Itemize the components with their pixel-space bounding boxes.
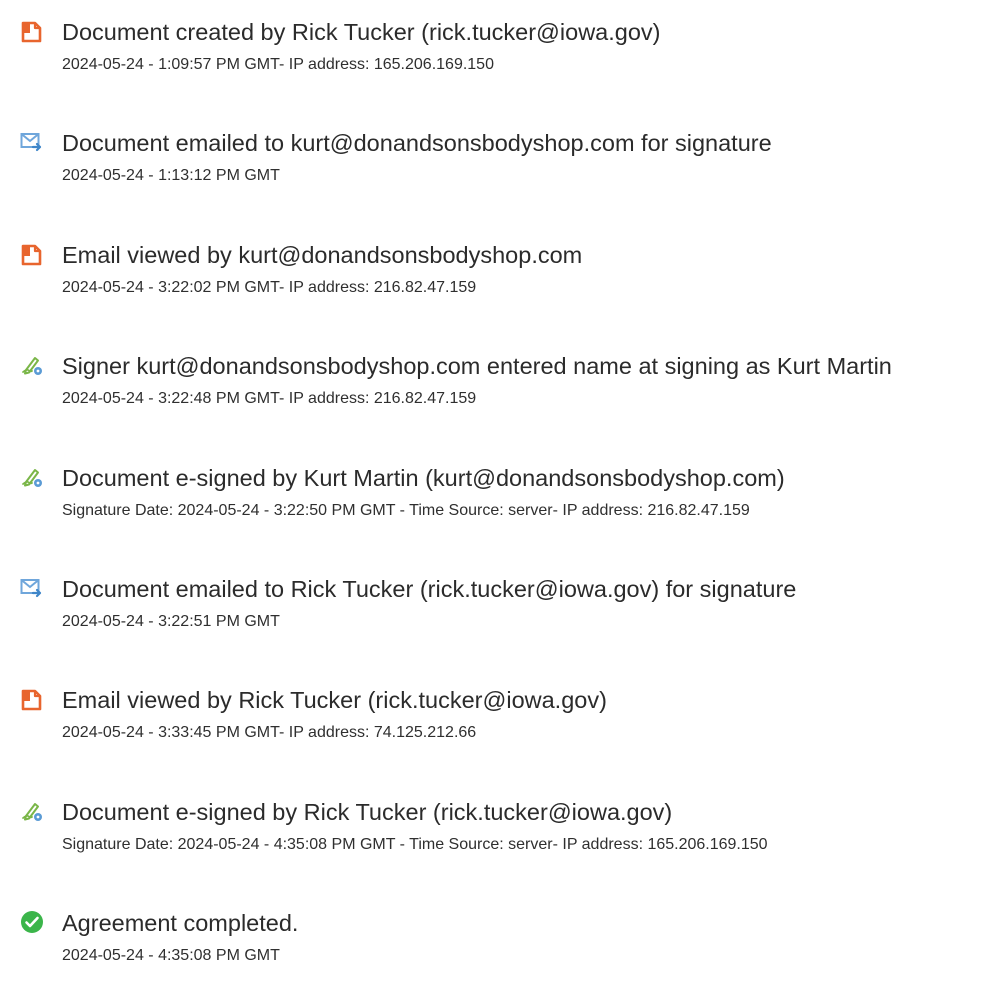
history-event: Email viewed by kurt@donandsonsbodyshop.…: [0, 241, 1005, 321]
sign-icon: [20, 353, 44, 377]
email-icon: [20, 576, 44, 600]
email-icon: [20, 130, 44, 154]
event-detail: 2024-05-24 - 3:22:02 PM GMT- IP address:…: [62, 279, 477, 296]
event-title: Email viewed by kurt@donandsonsbodyshop.…: [62, 242, 583, 268]
event-detail: 2024-05-24 - 3:22:51 PM GMT: [62, 613, 280, 630]
history-event: Document e-signed by Kurt Martin (kurt@d…: [0, 464, 1005, 544]
event-title: Signer kurt@donandsonsbodyshop.com enter…: [62, 353, 892, 379]
event-title: Document e-signed by Rick Tucker (rick.t…: [62, 799, 673, 825]
event-title: Document emailed to kurt@donandsonsbodys…: [62, 130, 772, 156]
history-event: Email viewed by Rick Tucker (rick.tucker…: [0, 686, 1005, 766]
event-detail: 2024-05-24 - 3:22:48 PM GMT- IP address:…: [62, 390, 477, 407]
event-title: Document emailed to Rick Tucker (rick.tu…: [62, 576, 797, 602]
event-title: Document created by Rick Tucker (rick.tu…: [62, 19, 661, 45]
event-detail: Signature Date: 2024-05-24 - 3:22:50 PM …: [62, 502, 750, 519]
history-event: Document emailed to Rick Tucker (rick.tu…: [0, 575, 1005, 655]
event-title: Email viewed by Rick Tucker (rick.tucker…: [62, 687, 607, 713]
sign-icon: [20, 465, 44, 489]
event-detail: 2024-05-24 - 4:35:08 PM GMT: [62, 947, 280, 964]
sign-icon: [20, 799, 44, 823]
event-detail: 2024-05-24 - 1:13:12 PM GMT: [62, 167, 280, 184]
event-detail: 2024-05-24 - 3:33:45 PM GMT- IP address:…: [62, 724, 477, 741]
audit-history: Document created by Rick Tucker (rick.tu…: [0, 0, 1005, 998]
document-icon: [20, 687, 44, 711]
history-event: Document created by Rick Tucker (rick.tu…: [0, 18, 1005, 98]
document-icon: [20, 242, 44, 266]
history-event: Agreement completed. 2024-05-24 - 4:35:0…: [0, 909, 1005, 989]
event-title: Agreement completed.: [62, 910, 299, 936]
history-event: Document e-signed by Rick Tucker (rick.t…: [0, 798, 1005, 878]
check-circle-icon: [20, 910, 44, 934]
event-detail: Signature Date: 2024-05-24 - 4:35:08 PM …: [62, 836, 768, 853]
history-event: Signer kurt@donandsonsbodyshop.com enter…: [0, 352, 1005, 432]
document-icon: [20, 19, 44, 43]
event-detail: 2024-05-24 - 1:09:57 PM GMT- IP address:…: [62, 56, 494, 73]
event-title: Document e-signed by Kurt Martin (kurt@d…: [62, 465, 785, 491]
history-event: Document emailed to kurt@donandsonsbodys…: [0, 129, 1005, 209]
